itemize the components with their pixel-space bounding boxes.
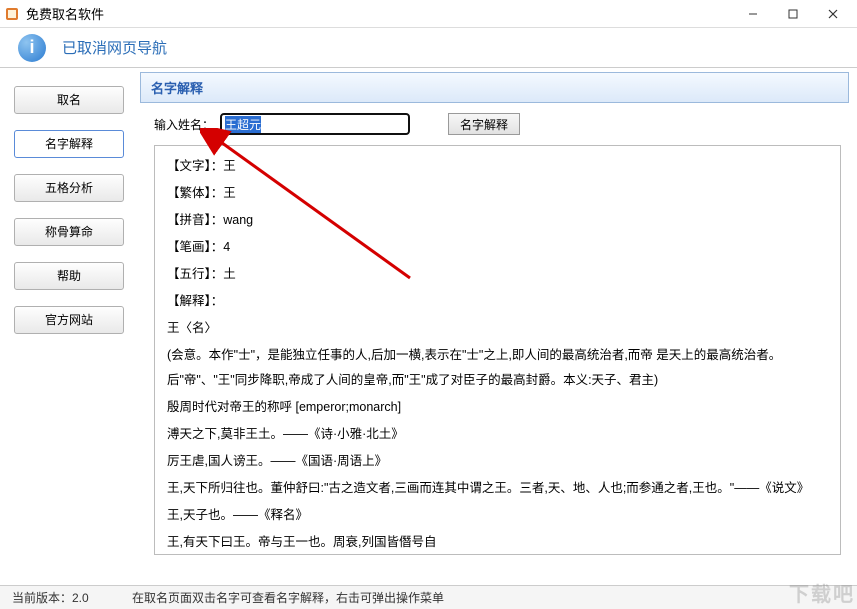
result-line: 【文字】：王 xyxy=(167,154,828,179)
result-line: 【笔画】：4 xyxy=(167,235,828,260)
sidebar-item-guanfangwangzhan[interactable]: 官方网站 xyxy=(14,306,124,334)
window-controls xyxy=(733,1,853,27)
sidebar-item-chenggusuanming[interactable]: 称骨算命 xyxy=(14,218,124,246)
name-input-label: 输入姓名： xyxy=(154,116,214,133)
sidebar: 取名 名字解释 五格分析 称骨算命 帮助 官方网站 xyxy=(0,68,140,583)
input-row: 输入姓名： 名字解释 xyxy=(140,103,849,145)
result-line: 【繁体】：王 xyxy=(167,181,828,206)
name-input[interactable] xyxy=(220,113,410,135)
result-line: 【五行】：土 xyxy=(167,262,828,287)
statusbar: 当前版本：2.0 在取名页面双击名字可查看名字解释，右击可弹出操作菜单 xyxy=(0,585,857,609)
sidebar-item-bangzhu[interactable]: 帮助 xyxy=(14,262,124,290)
result-box[interactable]: 【文字】：王【繁体】：王【拼音】：wang【笔画】：4【五行】：土【解释】：王〈… xyxy=(154,145,841,555)
sidebar-item-mingzijieshi[interactable]: 名字解释 xyxy=(14,130,124,158)
explain-button[interactable]: 名字解释 xyxy=(448,113,520,135)
info-bar: i 已取消网页导航 xyxy=(0,28,857,68)
window-title: 免费取名软件 xyxy=(26,4,733,23)
result-line: 【解释】： xyxy=(167,289,828,314)
status-tip: 在取名页面双击名字可查看名字解释，右击可弹出操作菜单 xyxy=(132,589,444,606)
watermark: 下载吧 xyxy=(789,578,855,607)
panel-title: 名字解释 xyxy=(140,72,849,103)
result-line: 厉王虐,国人谤王。――《国语·周语上》 xyxy=(167,449,828,474)
sidebar-item-quming[interactable]: 取名 xyxy=(14,86,124,114)
app-icon xyxy=(4,6,20,22)
result-line: 溥天之下,莫非王土。――《诗·小雅·北土》 xyxy=(167,422,828,447)
version-label: 当前版本：2.0 xyxy=(12,589,132,606)
result-line: 殷周时代对帝王的称呼 [emperor;monarch] xyxy=(167,395,828,420)
result-line: 王〈名〉 xyxy=(167,316,828,341)
result-line: 王,有天下曰王。帝与王一也。周衰,列国皆僭号自 xyxy=(167,530,828,555)
info-icon: i xyxy=(18,34,46,62)
minimize-button[interactable] xyxy=(733,1,773,27)
maximize-button[interactable] xyxy=(773,1,813,27)
sidebar-item-wugefenxi[interactable]: 五格分析 xyxy=(14,174,124,202)
result-line: 王,天下所归往也。董仲舒曰:"古之造文者,三画而连其中谓之王。三者,天、地、人也… xyxy=(167,476,828,501)
close-button[interactable] xyxy=(813,1,853,27)
content-panel: 名字解释 输入姓名： 名字解释 【文字】：王【繁体】：王【拼音】：wang【笔画… xyxy=(140,68,857,583)
result-line: 王,天子也。――《释名》 xyxy=(167,503,828,528)
titlebar: 免费取名软件 xyxy=(0,0,857,28)
main-area: 取名 名字解释 五格分析 称骨算命 帮助 官方网站 名字解释 输入姓名： 名字解… xyxy=(0,68,857,583)
info-text: 已取消网页导航 xyxy=(62,37,167,58)
result-line: (会意。本作"士"，是能独立任事的人,后加一横,表示在"士"之上,即人间的最高统… xyxy=(167,343,828,393)
result-line: 【拼音】：wang xyxy=(167,208,828,233)
